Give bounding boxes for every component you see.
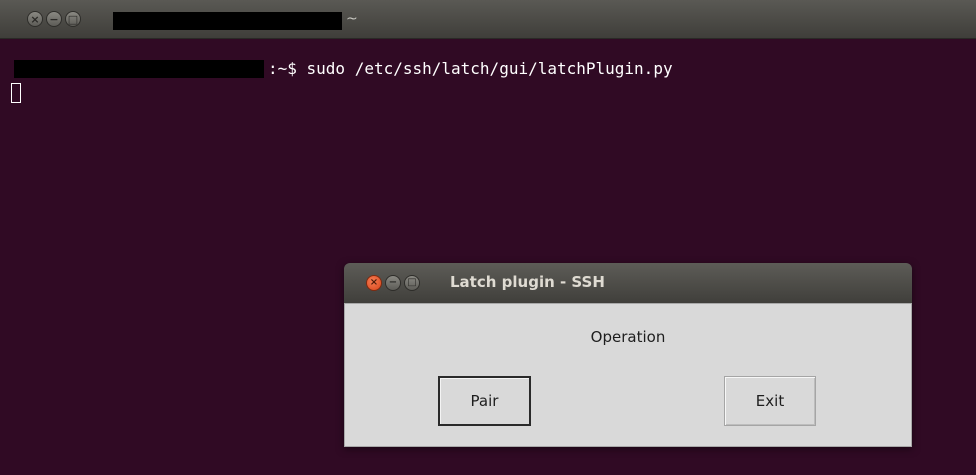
terminal-minimize-icon[interactable]: − xyxy=(46,11,62,27)
dialog-minimize-icon[interactable]: − xyxy=(385,275,401,291)
operation-label: Operation xyxy=(590,328,666,346)
dialog-title: Latch plugin - SSH xyxy=(450,273,605,291)
dialog-titlebar[interactable]: × − □ Latch plugin - SSH xyxy=(344,263,912,303)
terminal-close-icon[interactable]: × xyxy=(27,11,43,27)
redacted-window-title xyxy=(113,12,342,30)
pair-button[interactable]: Pair xyxy=(438,376,531,426)
exit-button[interactable]: Exit xyxy=(724,376,816,426)
terminal-maximize-icon[interactable]: □ xyxy=(65,11,81,27)
redacted-prompt-user xyxy=(14,60,264,78)
latch-plugin-dialog: × − □ Latch plugin - SSH Operation Pair … xyxy=(344,263,912,447)
terminal-title-suffix: ~ xyxy=(346,11,358,27)
terminal-cursor xyxy=(11,83,21,103)
terminal-command-line: :~$ sudo /etc/ssh/latch/gui/latchPlugin.… xyxy=(268,59,673,78)
dialog-maximize-icon[interactable]: □ xyxy=(404,275,420,291)
terminal-titlebar[interactable]: × − □ ~ xyxy=(0,0,976,39)
dialog-body: Operation Pair Exit xyxy=(344,303,912,447)
dialog-close-icon[interactable]: × xyxy=(366,275,382,291)
